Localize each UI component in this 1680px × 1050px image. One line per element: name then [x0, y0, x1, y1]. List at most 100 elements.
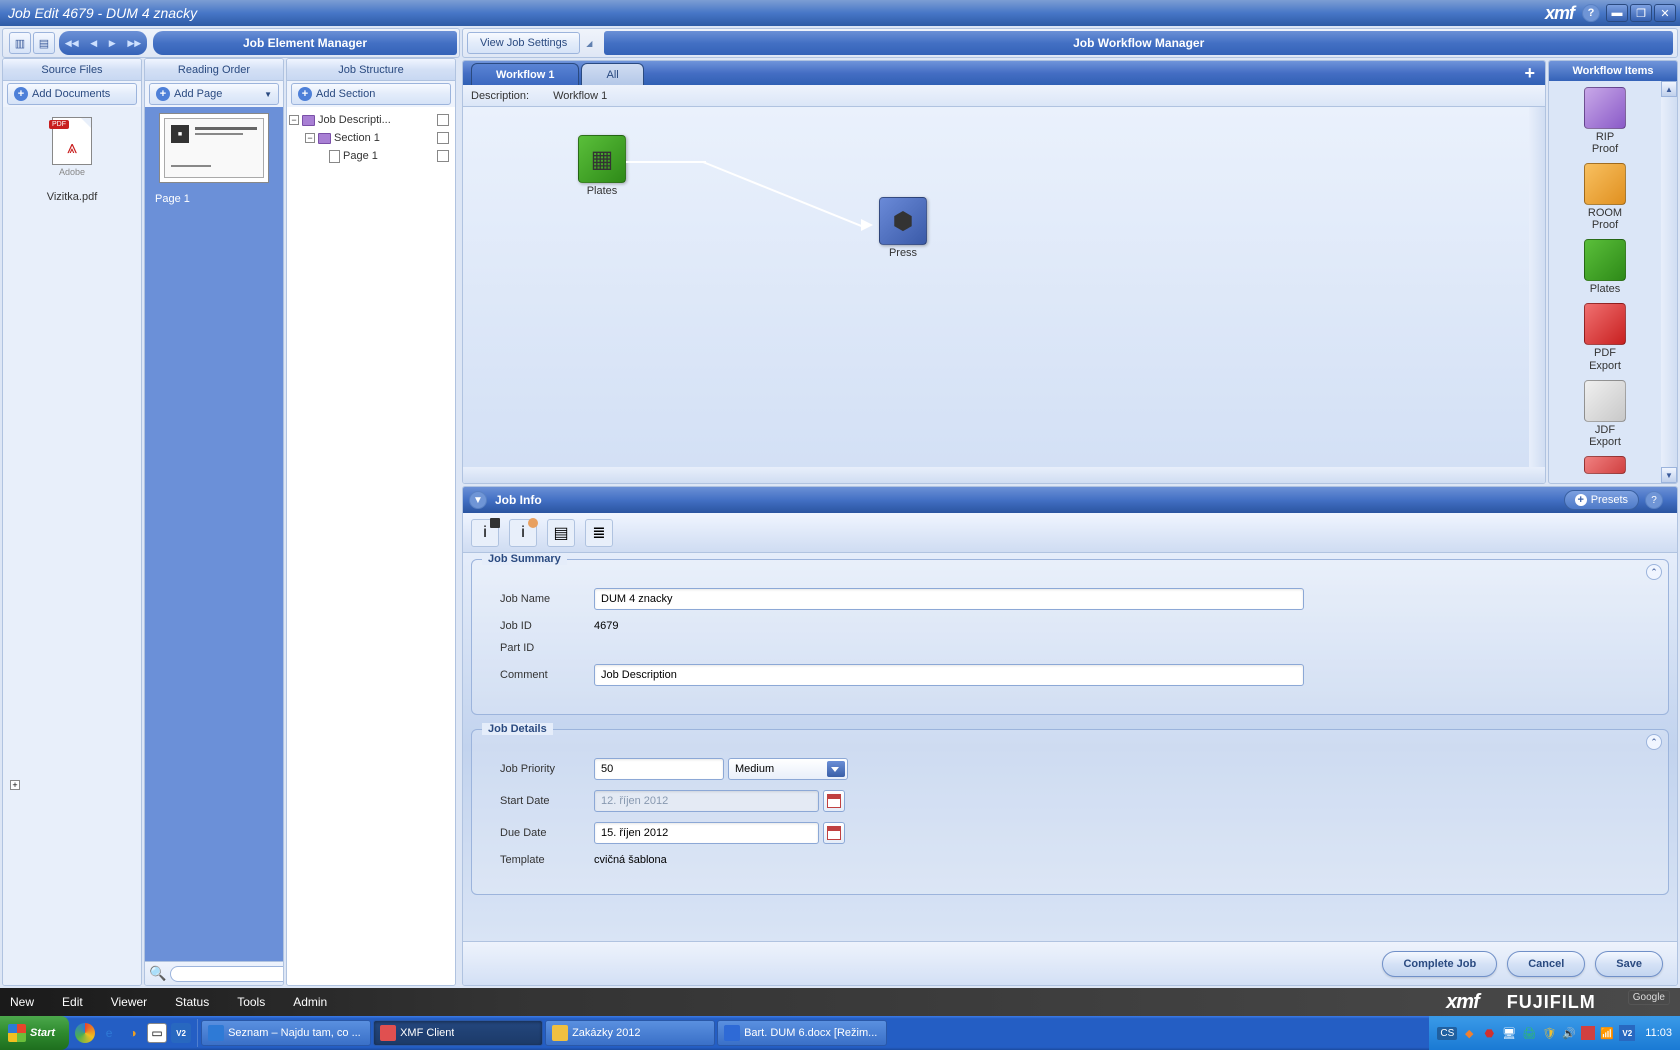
expand-icon[interactable]: +	[10, 780, 20, 790]
save-button[interactable]: Save	[1595, 951, 1663, 977]
info-tab-3[interactable]: ▤	[547, 519, 575, 547]
menu-status[interactable]: Status	[175, 995, 209, 1009]
tray-icon[interactable]: 🔊	[1561, 1025, 1577, 1041]
add-page-label: Add Page	[174, 88, 222, 100]
taskbar-item[interactable]: Seznam – Najdu tam, co ...	[201, 1020, 371, 1046]
collapse-icon[interactable]: −	[305, 133, 315, 143]
maximize-button[interactable]: ❐	[1630, 4, 1652, 22]
workflow-item-partial[interactable]	[1549, 456, 1661, 474]
minimize-button[interactable]: ▬	[1606, 4, 1628, 22]
google-badge[interactable]: Google	[1628, 990, 1670, 1005]
taskbar-item[interactable]: Zakázky 2012	[545, 1020, 715, 1046]
workflow-node-press[interactable]: ⬢ Press	[879, 197, 927, 259]
job-structure-header[interactable]: Job Structure	[287, 59, 455, 81]
help-icon[interactable]: ?	[1582, 4, 1600, 22]
tab-workflow-1[interactable]: Workflow 1	[471, 63, 579, 85]
tab-all[interactable]: All	[581, 63, 643, 85]
priority-level-select[interactable]: Medium	[728, 758, 848, 780]
menu-new[interactable]: New	[10, 995, 34, 1009]
clock[interactable]: 11:03	[1645, 1027, 1672, 1039]
ql-desktop-icon[interactable]: ▭	[147, 1023, 167, 1043]
due-date-input[interactable]	[594, 822, 819, 844]
fujifilm-brand: FUJIFILM	[1507, 992, 1596, 1013]
tray-icon[interactable]: 📶	[1599, 1025, 1615, 1041]
collapse-icon[interactable]: ⌃	[1646, 734, 1662, 750]
scroll-up-icon[interactable]: ▲	[1661, 81, 1677, 97]
menu-admin[interactable]: Admin	[293, 995, 327, 1009]
view-job-settings-button[interactable]: View Job Settings	[467, 32, 580, 54]
workflow-item[interactable]: ROOMProof	[1549, 163, 1661, 231]
tool-button-1[interactable]: ▥	[9, 32, 31, 54]
ql-chrome-icon[interactable]	[75, 1023, 95, 1043]
dropdown-dot-icon[interactable]: ◢	[586, 39, 592, 48]
tree-row-page[interactable]: Page 1	[289, 147, 453, 165]
items-scrollbar[interactable]: ▲ ▼	[1661, 81, 1677, 483]
help-icon[interactable]: ?	[1645, 491, 1663, 509]
priority-input[interactable]	[594, 758, 724, 780]
menu-tools[interactable]: Tools	[237, 995, 265, 1009]
tree-row-root[interactable]: − Job Descripti...	[289, 111, 453, 129]
pdf-badge: PDF	[49, 120, 69, 129]
canvas-vscrollbar[interactable]	[1529, 107, 1545, 467]
workflow-item[interactable]: JDFExport	[1549, 380, 1661, 448]
scroll-down-icon[interactable]: ▼	[1661, 467, 1677, 483]
start-date-calendar-button[interactable]	[823, 790, 845, 812]
reading-order-header[interactable]: Reading Order	[145, 59, 283, 81]
workflow-canvas[interactable]: ▦ Plates ⬢ Press	[463, 107, 1529, 467]
menu-viewer[interactable]: Viewer	[111, 995, 147, 1009]
tray-icon[interactable]: ◆	[1461, 1025, 1477, 1041]
info-tab-2[interactable]: i	[509, 519, 537, 547]
tree-row-section[interactable]: − Section 1	[289, 129, 453, 147]
ql-media-icon[interactable]: ◑	[123, 1023, 143, 1043]
workflow-item-icon	[1584, 456, 1626, 474]
workflow-item[interactable]: RIPProof	[1549, 87, 1661, 155]
add-section-button[interactable]: + Add Section	[291, 83, 451, 105]
tray-icon[interactable]: 🛡	[1541, 1025, 1557, 1041]
page-search-input[interactable]	[170, 966, 284, 982]
xmf-logo: xmf	[1545, 3, 1574, 24]
ql-vnc-icon[interactable]: V2	[171, 1023, 191, 1043]
cancel-button[interactable]: Cancel	[1507, 951, 1585, 977]
taskbar-item[interactable]: XMF Client	[373, 1020, 543, 1046]
checkbox[interactable]	[437, 150, 449, 162]
ql-ie-icon[interactable]: e	[99, 1023, 119, 1043]
collapse-icon[interactable]: ⌃	[1646, 564, 1662, 580]
info-tab-4[interactable]: ≣	[585, 519, 613, 547]
nav-next-icon[interactable]: ▶	[109, 38, 116, 49]
presets-button[interactable]: + Presets	[1564, 490, 1639, 510]
add-tab-button[interactable]: +	[1524, 63, 1535, 84]
tool-button-2[interactable]: ▤	[33, 32, 55, 54]
menu-edit[interactable]: Edit	[62, 995, 83, 1009]
workflow-node-plates[interactable]: ▦ Plates	[578, 135, 626, 197]
job-name-input[interactable]	[594, 588, 1304, 610]
taskbar-item[interactable]: Bart. DUM 6.docx [Režim...	[717, 1020, 887, 1046]
page-thumbnail[interactable]: ■ Page 1	[151, 113, 277, 205]
canvas-hscrollbar[interactable]	[463, 467, 1545, 483]
start-button[interactable]: Start	[0, 1016, 69, 1050]
close-button[interactable]: ✕	[1654, 4, 1676, 22]
checkbox[interactable]	[437, 132, 449, 144]
tray-icon[interactable]: 🖨	[1521, 1025, 1537, 1041]
collapse-icon[interactable]: −	[289, 115, 299, 125]
complete-job-button[interactable]: Complete Job	[1382, 951, 1497, 977]
info-tab-1[interactable]: i	[471, 519, 499, 547]
tray-icon[interactable]: 🖥	[1501, 1025, 1517, 1041]
collapse-button[interactable]: ▼	[469, 491, 487, 509]
checkbox[interactable]	[437, 114, 449, 126]
zoom-icon[interactable]: 🔍	[149, 965, 166, 982]
tray-icon[interactable]: ⬣	[1481, 1025, 1497, 1041]
source-file-item[interactable]: PDF ⩓ Adobe Vizitka.pdf	[42, 117, 102, 203]
nav-prev-icon[interactable]: ◀	[90, 38, 97, 49]
add-documents-button[interactable]: + Add Documents	[7, 83, 137, 105]
source-files-header[interactable]: Source Files	[3, 59, 141, 81]
workflow-item[interactable]: Plates	[1549, 239, 1661, 295]
comment-input[interactable]	[594, 664, 1304, 686]
add-page-button[interactable]: + Add Page ▼	[149, 83, 279, 105]
workflow-item[interactable]: PDFExport	[1549, 303, 1661, 371]
nav-first-icon[interactable]: ◀◀	[65, 38, 79, 49]
tray-vnc-icon[interactable]: V2	[1619, 1025, 1635, 1041]
tray-icon[interactable]	[1581, 1026, 1595, 1040]
language-indicator[interactable]: CS	[1437, 1027, 1457, 1040]
due-date-calendar-button[interactable]	[823, 822, 845, 844]
nav-last-icon[interactable]: ▶▶	[127, 38, 141, 49]
